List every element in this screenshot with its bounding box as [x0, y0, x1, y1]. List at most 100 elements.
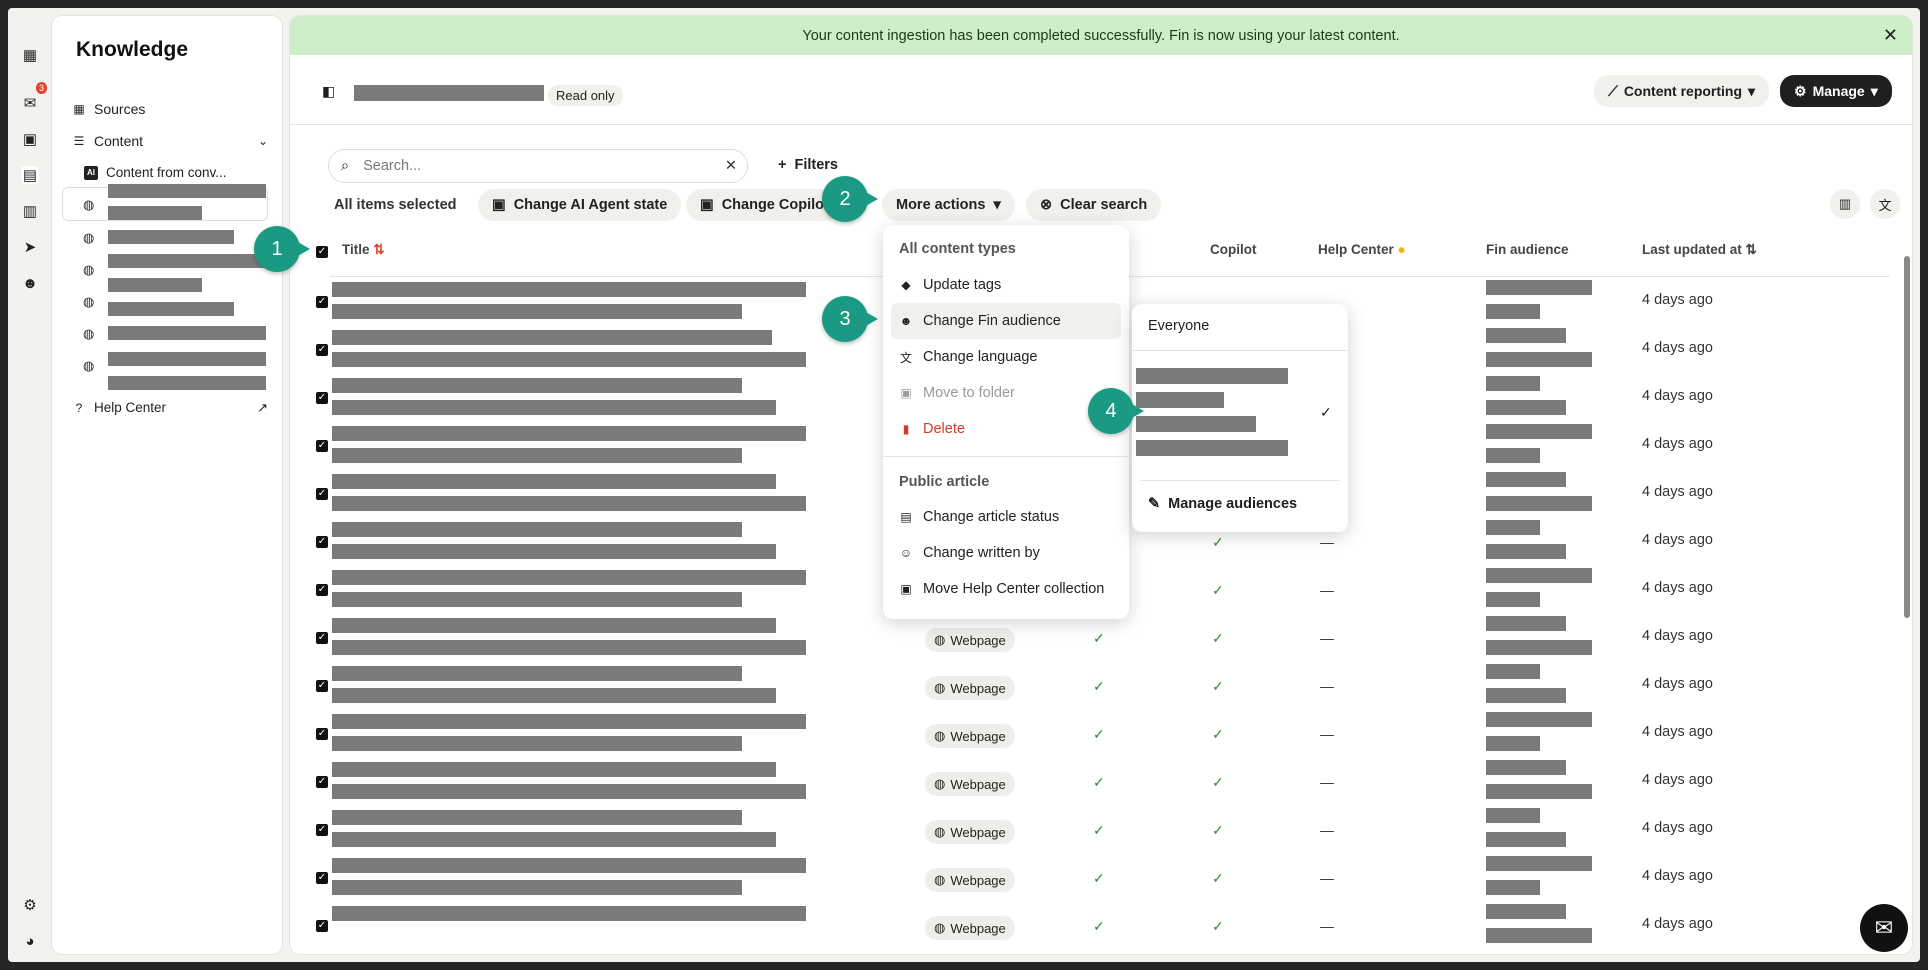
table-row[interactable]: ✓ ◍ Webpage ✓ ✓ — 4 days ago: [290, 664, 1890, 714]
redacted-audience: [1486, 400, 1566, 415]
redacted-title[interactable]: [332, 762, 776, 777]
row-checkbox[interactable]: ✓: [316, 536, 328, 548]
redacted-title[interactable]: [332, 352, 806, 367]
menu-item-move-help-center-collection[interactable]: ▣ Move Help Center collection: [883, 571, 1129, 607]
row-checkbox[interactable]: ✓: [316, 872, 328, 884]
clear-search-button[interactable]: ⊗ Clear search: [1026, 189, 1162, 221]
redacted-title[interactable]: [332, 688, 776, 703]
redacted-title[interactable]: [332, 378, 742, 393]
content-reporting-button[interactable]: ⟋ Content reporting ▾: [1594, 75, 1770, 107]
menu-item-update-tags[interactable]: ◆ Update tags: [883, 267, 1129, 303]
column-header-fin-audience[interactable]: Fin audience: [1486, 242, 1569, 257]
row-checkbox[interactable]: ✓: [316, 632, 328, 644]
scrollbar[interactable]: [1904, 256, 1910, 618]
messenger-launcher-icon[interactable]: ✉: [1860, 904, 1908, 952]
redacted-title[interactable]: [332, 544, 776, 559]
table-row[interactable]: ✓ ◍ Webpage ✓ ✓ — 4 days ago: [290, 904, 1890, 954]
row-checkbox[interactable]: ✓: [316, 392, 328, 404]
menu-item-change-article-status[interactable]: ▤ Change article status: [883, 499, 1129, 535]
row-checkbox[interactable]: ✓: [316, 728, 328, 740]
redacted-title[interactable]: [332, 330, 772, 345]
search-input[interactable]: ⌕ Search... ✕: [328, 149, 748, 183]
redacted-audience[interactable]: [1136, 440, 1288, 456]
redacted-title[interactable]: [332, 666, 742, 681]
redacted-title[interactable]: [332, 426, 806, 441]
columns-icon[interactable]: ▥: [1830, 189, 1860, 219]
outbound-icon[interactable]: ➤: [21, 238, 39, 256]
reports-icon[interactable]: ▥: [21, 202, 39, 220]
table-row[interactable]: ✓ ◍ Webpage ✓ ✓ — 4 days ago: [290, 808, 1890, 858]
panel-toggle-icon[interactable]: ◧: [322, 83, 335, 100]
redacted-title[interactable]: [332, 736, 742, 751]
inbox-icon[interactable]: ✉: [21, 94, 39, 112]
redacted-title[interactable]: [332, 858, 806, 873]
row-checkbox[interactable]: ✓: [316, 920, 328, 932]
table-row[interactable]: ✓ ◍ Webpage ✓ ✓ — 4 days ago: [290, 616, 1890, 666]
redacted-audience[interactable]: [1136, 416, 1256, 432]
fin-icon[interactable]: ▣: [21, 130, 39, 148]
audience-option-everyone[interactable]: Everyone: [1148, 318, 1209, 334]
sidebar-item-help-center[interactable]: ? Help Center ↗: [72, 400, 268, 416]
sidebar-item-content-from-conv[interactable]: AI Content from conv...: [84, 165, 227, 180]
redacted-title[interactable]: [332, 618, 776, 633]
redacted-title[interactable]: [332, 474, 776, 489]
redacted-title[interactable]: [332, 714, 806, 729]
redacted-title[interactable]: [332, 640, 806, 655]
close-icon[interactable]: ✕: [1883, 25, 1898, 46]
redacted-title[interactable]: [332, 496, 806, 511]
filters-button[interactable]: + Filters: [778, 157, 838, 173]
redacted-audience[interactable]: [1136, 368, 1288, 384]
row-checkbox[interactable]: ✓: [316, 776, 328, 788]
translate-icon[interactable]: 文: [1870, 189, 1900, 219]
manage-button[interactable]: ⚙ Manage ▾: [1780, 75, 1892, 107]
redacted-title[interactable]: [332, 810, 742, 825]
row-checkbox[interactable]: ✓: [316, 584, 328, 596]
change-copilot-button[interactable]: ▣ Change Copilot: [686, 189, 843, 221]
knowledge-icon[interactable]: ▤: [21, 166, 39, 184]
column-header-last-updated[interactable]: Last updated at ⇅: [1642, 242, 1757, 258]
redacted-title[interactable]: [332, 304, 742, 319]
sidebar-item-content[interactable]: ☰ Content ⌄: [72, 133, 268, 149]
row-checkbox[interactable]: ✓: [316, 440, 328, 452]
logo-icon[interactable]: ▦: [21, 46, 39, 64]
caret-down-icon: ▾: [1748, 82, 1756, 99]
folder-move-icon: ▣: [900, 582, 912, 596]
redacted-title[interactable]: [332, 282, 806, 297]
redacted-title[interactable]: [332, 522, 742, 537]
more-actions-button[interactable]: More actions ▾: [882, 189, 1015, 221]
chevron-down-icon[interactable]: ⌄: [258, 134, 268, 148]
settings-icon[interactable]: ⚙: [21, 896, 39, 914]
table-row[interactable]: ✓ ◍ Webpage ✓ ✓ — 4 days ago: [290, 856, 1890, 906]
redacted-audience[interactable]: [1136, 392, 1224, 408]
redacted-title[interactable]: [332, 832, 776, 847]
select-all-checkbox[interactable]: ✓: [316, 246, 328, 258]
menu-item-change-fin-audience[interactable]: ☻ Change Fin audience: [891, 303, 1121, 339]
row-checkbox[interactable]: ✓: [316, 824, 328, 836]
avatar[interactable]: ◕: [21, 932, 39, 950]
redacted-title[interactable]: [332, 400, 776, 415]
redacted-title[interactable]: [332, 592, 742, 607]
table-row[interactable]: ✓ ◍ Webpage ✓ ✓ — 4 days ago: [290, 712, 1890, 762]
column-header-title[interactable]: Title ⇅: [342, 242, 385, 258]
sidebar-item-sources[interactable]: ▦ Sources: [72, 101, 145, 117]
menu-item-change-language[interactable]: 文 Change language: [883, 339, 1129, 375]
change-ai-agent-button[interactable]: ▣ Change AI Agent state: [478, 189, 682, 221]
redacted-title[interactable]: [332, 880, 742, 895]
row-checkbox[interactable]: ✓: [316, 344, 328, 356]
manage-audiences-button[interactable]: ✎ Manage audiences: [1148, 496, 1297, 512]
row-checkbox[interactable]: ✓: [316, 488, 328, 500]
clear-input-icon[interactable]: ✕: [725, 158, 737, 174]
column-header-copilot[interactable]: Copilot: [1210, 242, 1257, 257]
menu-item-change-written-by[interactable]: ☺ Change written by: [883, 535, 1129, 571]
redacted-title[interactable]: [332, 906, 806, 921]
row-checkbox[interactable]: ✓: [316, 296, 328, 308]
redacted-title[interactable]: [332, 448, 742, 463]
column-header-help-center[interactable]: Help Center ●: [1318, 242, 1406, 257]
row-checkbox[interactable]: ✓: [316, 680, 328, 692]
table-row[interactable]: ✓ ◍ Webpage ✓ ✓ — 4 days ago: [290, 760, 1890, 810]
tag-icon: ◆: [901, 278, 911, 292]
redacted-title[interactable]: [332, 784, 806, 799]
external-link-icon[interactable]: ↗: [257, 400, 268, 416]
contacts-icon[interactable]: ☻: [21, 274, 39, 292]
redacted-title[interactable]: [332, 570, 806, 585]
